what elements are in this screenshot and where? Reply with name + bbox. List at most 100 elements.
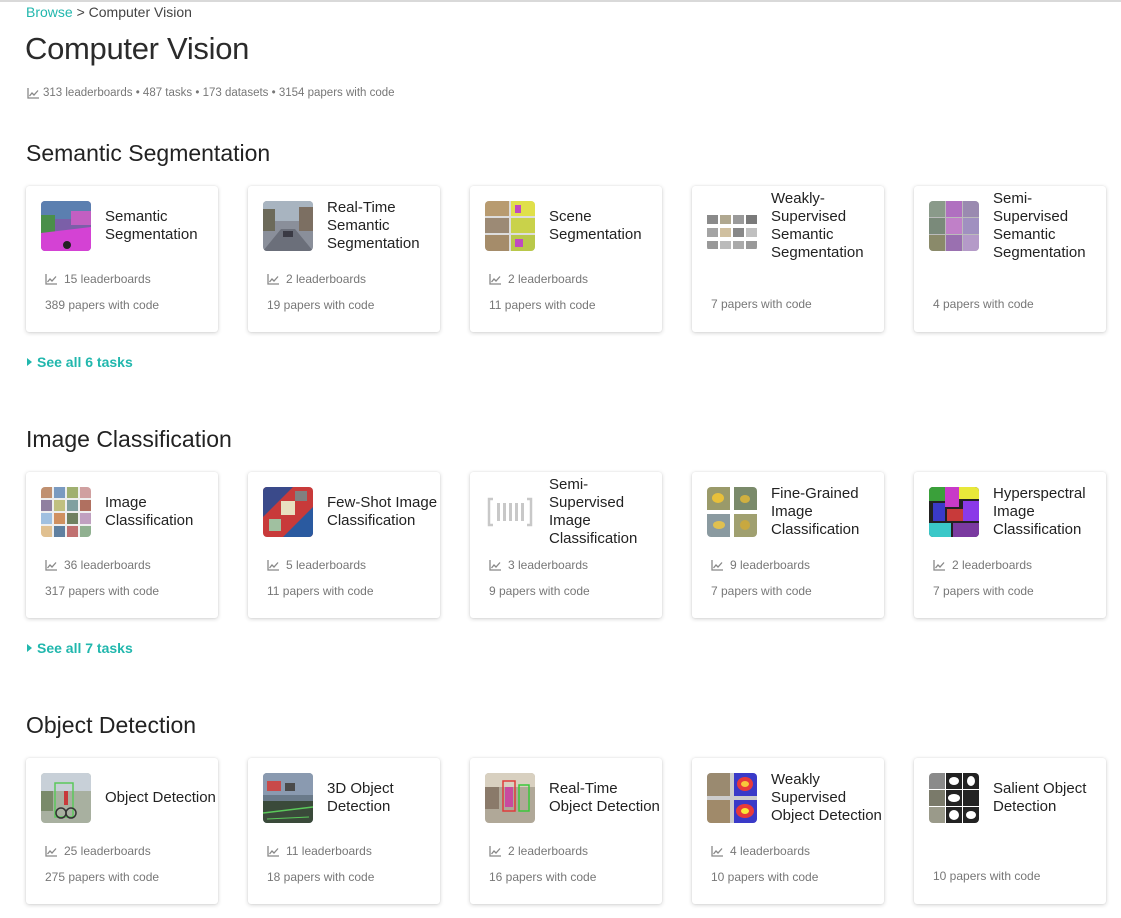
leaderboards-count: 15 leaderboards (45, 272, 151, 286)
task-card-title[interactable]: Hyperspectral Image Classification (993, 476, 1105, 548)
top-divider (0, 0, 1121, 2)
leaderboards-count: 36 leaderboards (45, 558, 151, 572)
task-card[interactable]: Fine-Grained Image Classification 9 leade… (692, 472, 884, 618)
task-card-title[interactable]: Object Detection (105, 762, 217, 834)
leaderboards-text: 2 leaderboards (508, 844, 589, 858)
task-card[interactable]: Semi-Supervised Semantic Segmentation 4 p… (914, 186, 1106, 332)
chart-icon (711, 845, 723, 857)
task-card-title[interactable]: Semi-Supervised Image Classification (549, 476, 661, 548)
task-card-title[interactable]: Scene Segmentation (549, 190, 661, 262)
papers-text: 4 papers with code (933, 297, 1034, 311)
leaderboards-text: 5 leaderboards (286, 558, 367, 572)
leaderboards-count: 2 leaderboards (933, 558, 1032, 572)
breadcrumb-browse-link[interactable]: Browse (26, 4, 73, 20)
task-card-title[interactable]: 3D Object Detection (327, 762, 439, 834)
section-title: Semantic Segmentation (26, 140, 271, 166)
leaderboards-text: 36 leaderboards (64, 558, 151, 572)
papers-text: 11 papers with code (267, 584, 374, 598)
papers-count: 4 papers with code (933, 297, 1034, 311)
leaderboards-text: 25 leaderboards (64, 844, 151, 858)
task-card-title[interactable]: Fine-Grained Image Classification (771, 476, 883, 548)
task-card[interactable]: Hyperspectral Image Classification 2 lead… (914, 472, 1106, 618)
chart-icon (489, 273, 501, 285)
papers-count: 9 papers with code (489, 584, 590, 598)
leaderboards-count: 2 leaderboards (489, 844, 588, 858)
task-card[interactable]: Scene Segmentation 2 leaderboards 11 paper… (470, 186, 662, 332)
papers-count: 7 papers with code (711, 584, 812, 598)
task-card[interactable]: Object Detection 25 leaderboards 275 paper… (26, 758, 218, 904)
leaderboards-text: 2 leaderboards (952, 558, 1033, 572)
leaderboards-count: 4 leaderboards (711, 844, 810, 858)
heatmap-icon (707, 773, 757, 823)
task-card[interactable]: Semantic Segmentation 15 leaderboards 389 … (26, 186, 218, 332)
street-boxes-icon (485, 773, 535, 823)
task-card[interactable]: Real-Time Semantic Segmentation 2 leaderb… (248, 186, 440, 332)
street-scene-icon (263, 201, 313, 251)
papers-count: 16 papers with code (489, 870, 596, 884)
caret-right-icon (27, 358, 32, 366)
leaderboards-count: 5 leaderboards (267, 558, 366, 572)
papers-text: 275 papers with code (45, 870, 160, 884)
task-card[interactable]: Weakly-Supervised Semantic Segmentation 7… (692, 186, 884, 332)
breadcrumb-separator: > (76, 4, 85, 20)
chart-icon (489, 845, 501, 857)
image-grid-icon (41, 487, 91, 537)
papers-count: 7 papers with code (933, 584, 1034, 598)
task-card-title[interactable]: Salient Object Detection (993, 762, 1105, 834)
papers-count: 11 papers with code (267, 584, 374, 598)
papers-count: 389 papers with code (45, 298, 159, 312)
birds-grid-icon (707, 487, 757, 537)
leaderboards-text: 9 leaderboards (730, 558, 811, 572)
chart-icon (933, 559, 945, 571)
leaderboards-text: 4 leaderboards (730, 844, 811, 858)
few-shot-icon (263, 487, 313, 537)
section-title: Object Detection (26, 712, 197, 738)
task-card-title[interactable]: Few-Shot Image Classification (327, 476, 439, 548)
see-all-tasks-link[interactable]: See all 6 tasks (27, 354, 133, 370)
chart-icon (267, 559, 279, 571)
cyclist-detection-icon (41, 773, 91, 823)
weak-seg-grid-icon (707, 201, 757, 251)
papers-count: 19 papers with code (267, 298, 374, 312)
chart-icon (27, 87, 39, 99)
leaderboards-text: 2 leaderboards (508, 272, 589, 286)
papers-count: 10 papers with code (711, 870, 818, 884)
task-card-title[interactable]: Semi-Supervised Semantic Segmentation (993, 190, 1105, 262)
papers-text: 7 papers with code (711, 584, 812, 598)
scene-grid-icon (485, 201, 535, 251)
task-card-title[interactable]: Real-Time Object Detection (549, 762, 661, 834)
see-all-tasks-link[interactable]: See all 7 tasks (27, 640, 133, 656)
task-card[interactable]: Few-Shot Image Classification 5 leaderboa… (248, 472, 440, 618)
task-card[interactable]: Salient Object Detection 10 papers with c… (914, 758, 1106, 904)
task-card-title[interactable]: Semantic Segmentation (105, 190, 217, 262)
chart-icon (267, 273, 279, 285)
leaderboards-count: 3 leaderboards (489, 558, 588, 572)
task-card-title[interactable]: Weakly Supervised Object Detection (771, 762, 883, 834)
page-title: Computer Vision (25, 31, 250, 66)
papers-text: 10 papers with code (711, 870, 819, 884)
task-card-title[interactable]: Image Classification (105, 476, 217, 548)
papers-text: 10 papers with code (933, 869, 1041, 883)
papers-count: 11 papers with code (489, 298, 596, 312)
leaderboards-count: 25 leaderboards (45, 844, 151, 858)
task-card-title[interactable]: Real-Time Semantic Segmentation (327, 190, 439, 262)
task-card[interactable]: Weakly Supervised Object Detection 4 lead… (692, 758, 884, 904)
leaderboards-count: 2 leaderboards (489, 272, 588, 286)
papers-count: 18 papers with code (267, 870, 374, 884)
chart-icon (45, 845, 57, 857)
see-all-label: See all 6 tasks (37, 354, 133, 370)
papers-text: 18 papers with code (267, 870, 375, 884)
leaderboards-text: 15 leaderboards (64, 272, 151, 286)
leaderboards-count: 11 leaderboards (267, 844, 372, 858)
task-card[interactable]: Image Classification 36 leaderboards 317 p… (26, 472, 218, 618)
task-card[interactable]: Semi-Supervised Image Classification 3 le… (470, 472, 662, 618)
papers-count: 7 papers with code (711, 297, 812, 311)
street-segmentation-icon (41, 201, 91, 251)
papers-text: 7 papers with code (933, 584, 1034, 598)
task-card[interactable]: Real-Time Object Detection 2 leaderboards… (470, 758, 662, 904)
semi-seg-grid-icon (929, 201, 979, 251)
task-card-title[interactable]: Weakly-Supervised Semantic Segmentation (771, 190, 883, 262)
papers-count: 317 papers with code (45, 584, 159, 598)
task-card[interactable]: 3D Object Detection 11 leaderboards 18 pap… (248, 758, 440, 904)
chart-icon (267, 845, 279, 857)
